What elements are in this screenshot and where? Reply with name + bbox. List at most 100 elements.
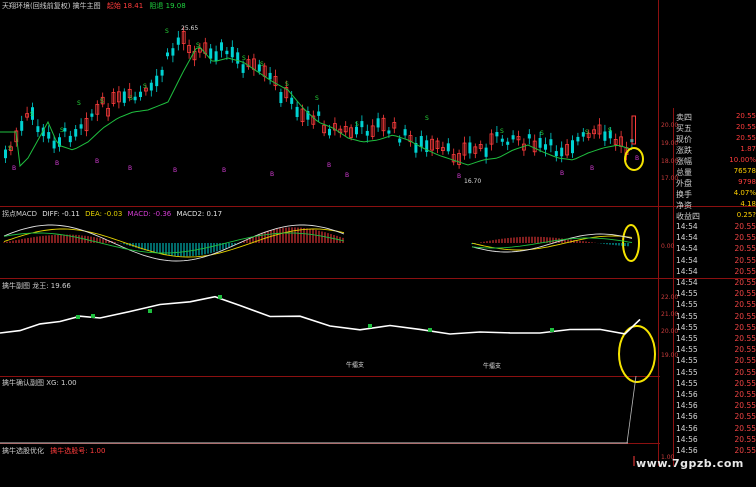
candle-body [500, 138, 504, 142]
tick-price: 20.55 [734, 289, 756, 299]
buy-signal-marker: B [560, 170, 564, 177]
quote-value: 10.00% [729, 156, 756, 164]
sell-signal-marker: S [100, 98, 104, 105]
buy-signal-marker: B [95, 158, 99, 165]
macd-pane-title: 拐点MACD DIFF: -0.11 DEA: -0.03 MACD: -0.3… [2, 209, 222, 219]
candle-body [279, 92, 283, 104]
watermark-text: www.7gpzb.com [636, 457, 744, 470]
tick-time: 14:55 [676, 311, 698, 321]
candle-body [544, 144, 547, 150]
low-price-label: 16.70 [464, 178, 482, 185]
candle-body [484, 147, 488, 157]
quote-label: 买五 [676, 124, 692, 133]
tick-time: 14:56 [676, 423, 698, 433]
tick-price: 20.55 [734, 412, 756, 422]
candle-body [47, 132, 51, 139]
candle-body [365, 130, 369, 136]
sub-signal-square [91, 314, 95, 318]
quote-value: 20.55 [735, 112, 756, 120]
tick-time: 14:55 [676, 378, 698, 388]
quote-label: 卖四 [676, 113, 692, 122]
sell-signal-marker: S [540, 130, 544, 137]
tick-time: 14:56 [676, 412, 698, 422]
buy-signal-marker: B [12, 165, 16, 172]
candle-body [571, 140, 574, 154]
candle-body [398, 138, 402, 143]
quote-label: 现价 [676, 135, 692, 144]
sell-signal-marker: S [196, 42, 200, 49]
sub-signal-square [368, 324, 372, 328]
candle-body [317, 111, 321, 116]
sell-signal-marker: S [355, 121, 359, 128]
candle-body [603, 131, 607, 141]
candlestick-chart[interactable]: S S S S S S S S S S S S S S S S S S S B B B B B B B B B B B B B [0, 0, 660, 466]
quote-value: 20.55 [735, 123, 756, 131]
candle-body [403, 129, 407, 136]
tick-time: 14:56 [676, 390, 698, 399]
sell-signal-marker: S [60, 127, 64, 134]
quote-label: 总量 [676, 168, 692, 177]
buy-signal-marker: B [345, 172, 349, 179]
macd-dea: DEA: -0.03 [85, 210, 123, 218]
candle-body [149, 82, 153, 91]
buy-signal-marker: B [55, 160, 59, 167]
axis-macd-0: 0.00 [661, 243, 675, 250]
quote-value: 1.87 [740, 145, 756, 153]
candle-body [220, 42, 223, 51]
quote-label: 涨幅 [676, 157, 692, 166]
quote-label: 收益四 [676, 212, 700, 221]
candle-body [155, 75, 159, 87]
sub-signal-square [428, 328, 432, 332]
candle-body [527, 134, 531, 139]
tick-time: 14:55 [676, 334, 698, 343]
sub-indicator-line [0, 295, 641, 335]
peak-price-label: 25.65 [181, 25, 199, 32]
candle-body [576, 136, 580, 142]
sub-signal-square [76, 315, 80, 319]
buy-signal-marker: B [327, 162, 331, 169]
tick-price: 20.55 [734, 390, 756, 399]
sell-signal-marker: S [242, 55, 246, 62]
sub-marker-1: 牛擂支 [346, 362, 365, 369]
sell-signal-marker: S [260, 61, 264, 68]
highlight-circle-main [624, 147, 644, 171]
tick-price: 20.55 [734, 378, 756, 388]
candle-body [74, 129, 78, 137]
select-value: 擒牛选股号: 1.00 [50, 447, 106, 455]
candle-body [560, 147, 564, 157]
tick-time: 14:55 [676, 356, 698, 366]
candle-body [295, 106, 299, 117]
tick-time: 14:55 [676, 367, 698, 377]
tick-time: 14:54 [676, 255, 698, 265]
moving-average-line [0, 46, 633, 168]
candle-body [52, 140, 56, 149]
tick-time: 14:54 [676, 266, 698, 276]
candle-body [506, 141, 510, 145]
buy-signal-marker: B [173, 167, 177, 174]
tick-time: 14:56 [676, 446, 698, 455]
tick-price: 20.55 [734, 233, 756, 243]
tick-price: 20.55 [734, 244, 756, 254]
quote-label: 换手 [676, 190, 692, 199]
tick-price: 20.55 [734, 367, 756, 377]
quote-value: 20.55 [735, 134, 756, 142]
buy-signal-marker: B [222, 167, 226, 174]
tick-time: 14:55 [676, 345, 698, 355]
sell-signal-marker: S [165, 28, 169, 35]
quote-value: 0.25? [736, 211, 756, 219]
tick-price: 20.55 [734, 222, 756, 231]
tick-price: 20.55 [734, 423, 756, 433]
candle-body [79, 124, 83, 129]
quote-value: 9798 [738, 178, 756, 186]
candle-body [225, 50, 229, 55]
candle-body [554, 151, 558, 157]
sub-pane-title: 擒牛副图 龙王: 19.66 [2, 282, 71, 290]
candle-body [468, 142, 472, 154]
candle-body [419, 136, 423, 147]
tick-time: 14:54 [676, 244, 698, 254]
macd-title: 拐点MACD [2, 210, 37, 218]
tick-price: 20.55 [734, 446, 756, 455]
buy-signal-marker: B [590, 165, 594, 172]
candle-body [328, 128, 331, 136]
sub-marker-2: 牛擂支 [483, 363, 502, 370]
